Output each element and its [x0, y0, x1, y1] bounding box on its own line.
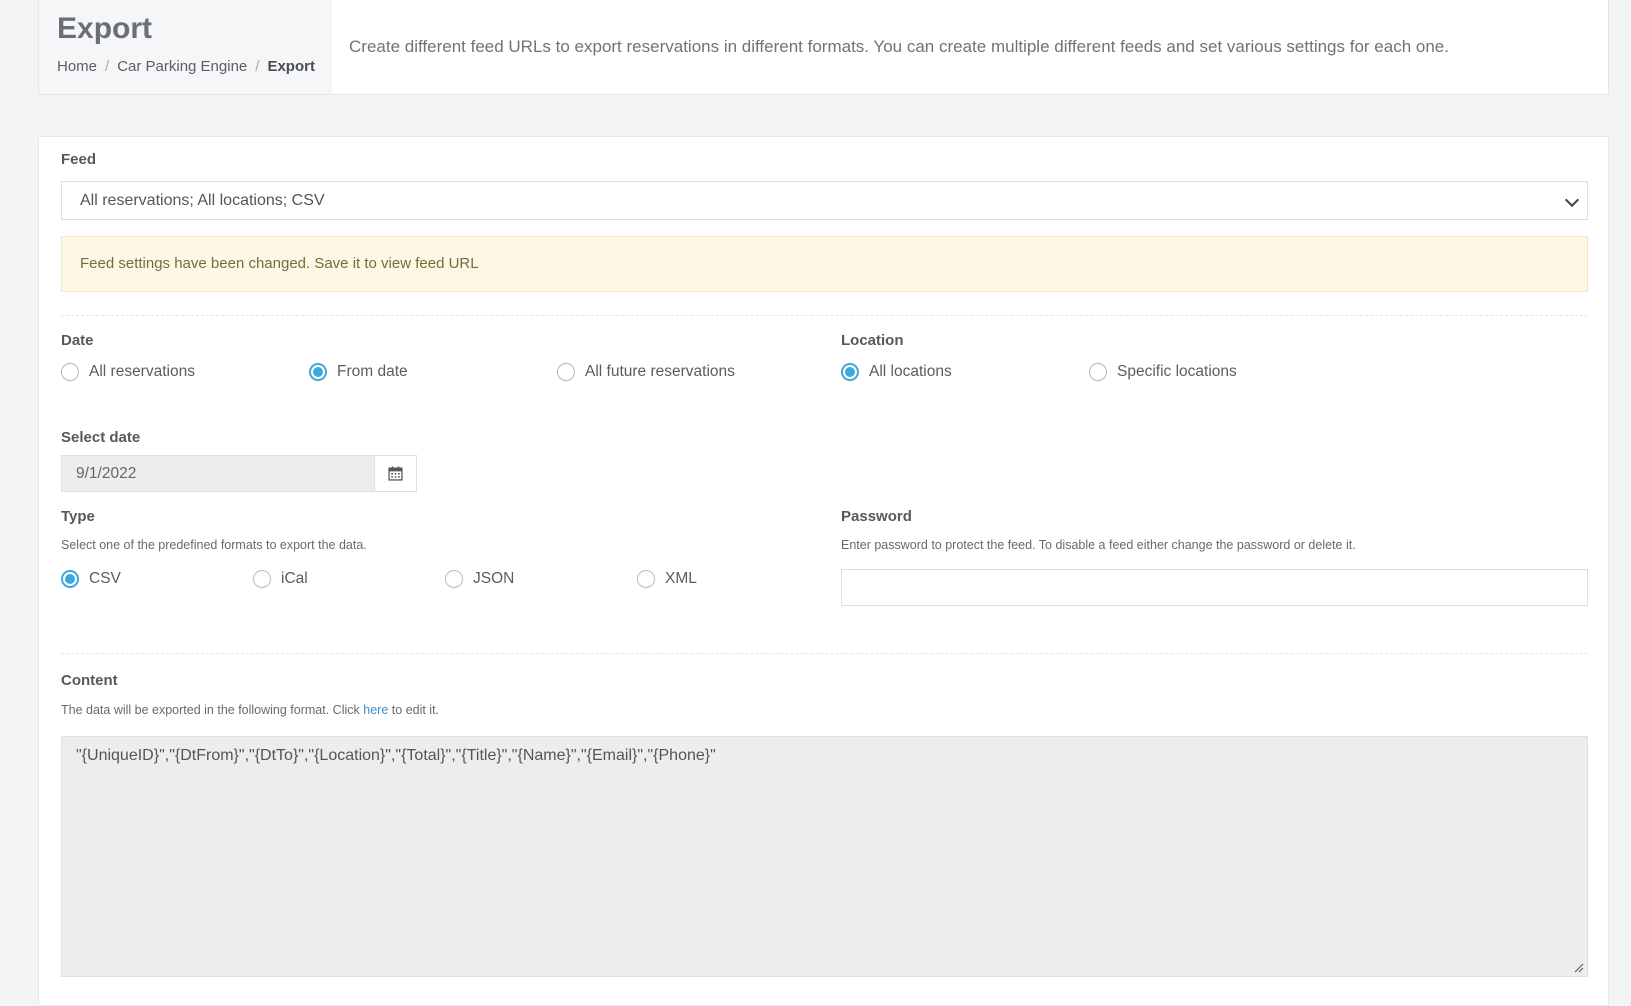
- date-input[interactable]: 9/1/2022: [61, 455, 375, 492]
- type-help: Select one of the predefined formats to …: [61, 538, 367, 552]
- breadcrumb-current: Export: [267, 58, 315, 75]
- radio-label: All locations: [869, 363, 952, 380]
- breadcrumb: Home / Car Parking Engine / Export: [57, 58, 315, 75]
- calendar-button[interactable]: [375, 455, 417, 492]
- chevron-down-icon: [1564, 192, 1580, 208]
- breadcrumb-home[interactable]: Home: [57, 58, 97, 75]
- feed-changed-alert: Feed settings have been changed. Save it…: [61, 236, 1588, 292]
- location-label: Location: [841, 332, 904, 349]
- radio-circle: [841, 363, 859, 381]
- radio-label: JSON: [473, 570, 515, 587]
- radio-all-reservations[interactable]: All reservations: [61, 361, 195, 383]
- type-label: Type: [61, 508, 95, 525]
- radio-label: All future reservations: [585, 363, 735, 380]
- content-help-prefix: The data will be exported in the followi…: [61, 703, 360, 717]
- export-form: Feed All reservations; All locations; CS…: [38, 136, 1609, 1006]
- radio-from-date[interactable]: From date: [309, 361, 408, 383]
- feed-label: Feed: [61, 151, 97, 168]
- feed-select[interactable]: All reservations; All locations; CSV: [61, 181, 1588, 220]
- radio-circle: [253, 570, 271, 588]
- password-input[interactable]: [841, 569, 1588, 606]
- page-description: Create different feed URLs to export res…: [349, 37, 1449, 56]
- radio-label: Specific locations: [1117, 363, 1237, 380]
- divider: [61, 653, 1588, 654]
- radio-circle: [309, 363, 327, 381]
- radio-label: iCal: [281, 570, 308, 587]
- edit-format-link[interactable]: here: [363, 703, 388, 717]
- radio-circle: [61, 570, 79, 588]
- header-title-area: Export Home / Car Parking Engine / Export: [39, 0, 332, 94]
- radio-label: From date: [337, 363, 408, 380]
- content-help: The data will be exported in the followi…: [61, 703, 439, 717]
- content-textarea[interactable]: "{UniqueID}","{DtFrom}","{DtTo}","{Locat…: [61, 736, 1588, 977]
- date-label: Date: [61, 332, 94, 349]
- radio-specific-locations[interactable]: Specific locations: [1089, 361, 1237, 383]
- radio-all-locations[interactable]: All locations: [841, 361, 952, 383]
- radio-label: CSV: [89, 570, 121, 587]
- radio-circle: [445, 570, 463, 588]
- radio-circle: [557, 363, 575, 381]
- radio-ical[interactable]: iCal: [253, 568, 308, 590]
- radio-label: XML: [665, 570, 697, 587]
- radio-all-future-reservations[interactable]: All future reservations: [557, 361, 735, 383]
- calendar-icon: [388, 466, 403, 481]
- page-header: Export Home / Car Parking Engine / Export Cr…: [38, 0, 1609, 95]
- feed-select-value: All reservations; All locations; CSV: [80, 192, 325, 209]
- breadcrumb-separator: /: [105, 58, 110, 75]
- radio-csv[interactable]: CSV: [61, 568, 121, 590]
- breadcrumb-separator: /: [255, 58, 260, 75]
- radio-label: All reservations: [89, 363, 195, 380]
- radio-json[interactable]: JSON: [445, 568, 514, 590]
- password-label: Password: [841, 508, 912, 525]
- divider: [61, 315, 1588, 316]
- radio-circle: [61, 363, 79, 381]
- radio-xml[interactable]: XML: [637, 568, 697, 590]
- content-format-text: "{UniqueID}","{DtFrom}","{DtTo}","{Locat…: [76, 747, 716, 764]
- radio-circle: [1089, 363, 1107, 381]
- breadcrumb-car-parking-engine[interactable]: Car Parking Engine: [117, 58, 247, 75]
- content-label: Content: [61, 672, 118, 689]
- resize-handle-icon[interactable]: [1574, 963, 1584, 973]
- select-date-label: Select date: [61, 429, 141, 446]
- password-help: Enter password to protect the feed. To d…: [841, 538, 1356, 552]
- page-title: Export: [57, 12, 153, 45]
- radio-circle: [637, 570, 655, 588]
- content-help-suffix: to edit it.: [391, 703, 440, 717]
